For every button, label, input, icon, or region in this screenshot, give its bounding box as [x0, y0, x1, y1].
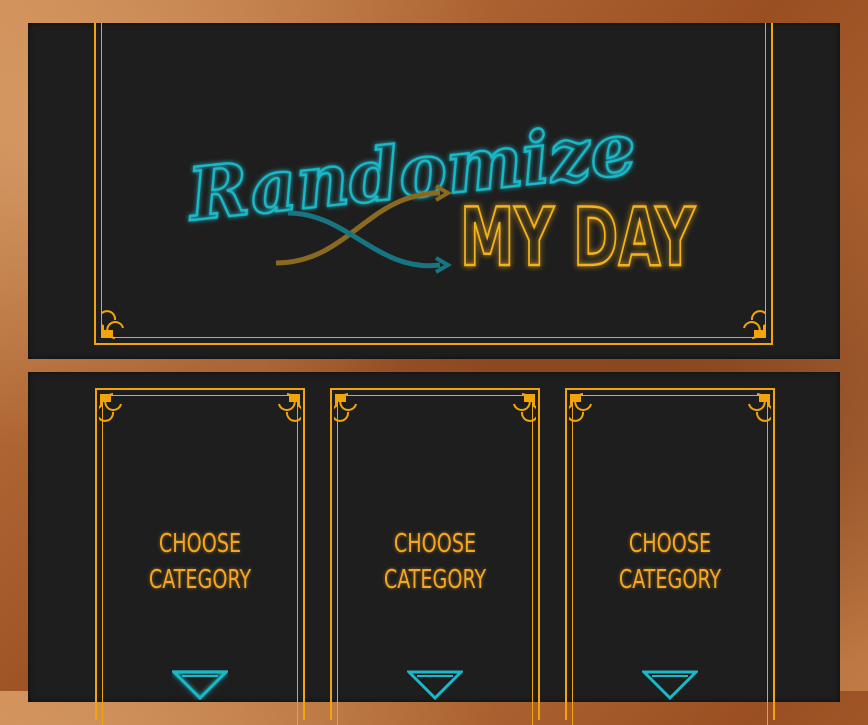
card-label-line1: CHOOSE [158, 529, 242, 559]
card-label-line2: CATEGORY [618, 565, 722, 595]
category-card-1[interactable]: CHOOSE CATEGORY [95, 388, 305, 725]
app-logo: Randomize MY DAY [181, 104, 697, 285]
chevron-down-icon[interactable] [172, 670, 228, 700]
card-label: CHOOSE CATEGORY [586, 526, 755, 598]
cards-panel: CHOOSE CATEGORY CHOOSE CATEGORY CHOOSE C… [28, 372, 840, 725]
category-card-3[interactable]: CHOOSE CATEGORY [565, 388, 775, 725]
ornament-corner-icon [569, 393, 592, 422]
category-card-2[interactable]: CHOOSE CATEGORY [330, 388, 540, 725]
chevron-down-icon[interactable] [407, 670, 463, 700]
card-label: CHOOSE CATEGORY [116, 526, 285, 598]
ornament-corner-icon [743, 310, 766, 339]
header-panel: Randomize MY DAY [28, 23, 840, 359]
ornament-corner-icon [99, 393, 122, 422]
card-label-line1: CHOOSE [393, 529, 477, 559]
ornament-corner-icon [278, 393, 301, 422]
card-label-line1: CHOOSE [628, 529, 712, 559]
chevron-down-icon[interactable] [642, 670, 698, 700]
card-label-line2: CATEGORY [148, 565, 252, 595]
ornament-corner-icon [101, 310, 124, 339]
card-label-line2: CATEGORY [383, 565, 487, 595]
logo-word-my-day: MY DAY [460, 191, 696, 284]
card-label: CHOOSE CATEGORY [351, 526, 520, 598]
ornament-corner-icon [513, 393, 536, 422]
ornament-corner-icon [334, 393, 357, 422]
ornament-corner-icon [748, 393, 771, 422]
